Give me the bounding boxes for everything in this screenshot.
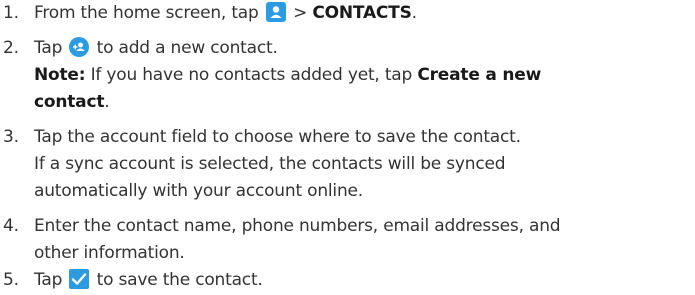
step-text: Tap (34, 270, 63, 290)
step-text: > (293, 3, 313, 23)
contacts-label: CONTACTS (312, 3, 412, 23)
step-text: Tap (34, 38, 63, 58)
note-text: . (104, 92, 110, 112)
step-number: 4. (3, 216, 19, 236)
step-text: If a sync account is selected, the conta… (34, 154, 506, 174)
add-contact-icon (69, 37, 90, 57)
create-new-contact-label-cont: contact (34, 92, 105, 112)
step-text: to save the contact. (96, 270, 263, 290)
step-text: Enter the contact name, phone numbers, e… (34, 216, 561, 236)
create-new-contact-label: Create a new (417, 65, 542, 85)
instructions-document: 1. From the home screen, tap > CONTACTS.… (0, 0, 695, 295)
step-number: 5. (3, 270, 19, 290)
step-text: From the home screen, tap (34, 3, 259, 23)
step-text: Tap the account field to choose where to… (34, 127, 521, 147)
checkmark-icon (69, 269, 90, 289)
step-text: automatically with your account online. (34, 181, 363, 201)
step-text: . (411, 3, 417, 23)
step-text: other information. (34, 243, 185, 263)
step-number: 3. (3, 127, 19, 147)
step-text: to add a new contact. (96, 38, 278, 58)
contacts-app-icon (265, 2, 286, 22)
note-label: Note: (34, 65, 86, 85)
step-number: 1. (3, 3, 19, 23)
note-text: If you have no contacts added yet, tap (85, 65, 418, 85)
step-number: 2. (3, 38, 19, 58)
